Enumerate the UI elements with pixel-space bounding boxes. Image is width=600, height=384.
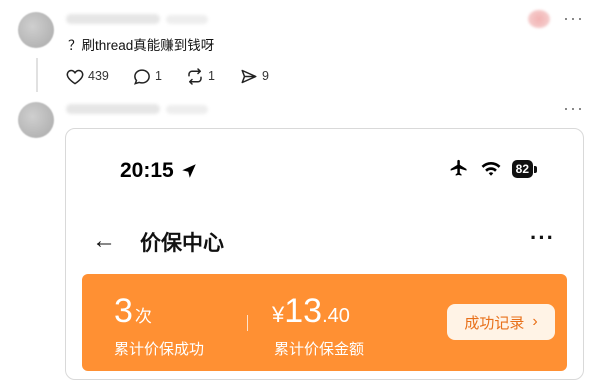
amount-decimal: .40 xyxy=(322,305,350,327)
status-bar-icons: 82 xyxy=(448,159,537,179)
protection-amount-label: 累计价保金额 xyxy=(274,341,365,358)
thread-line xyxy=(36,58,38,92)
share-button[interactable]: 9 xyxy=(240,66,269,86)
username-blurred[interactable] xyxy=(66,104,160,114)
comment-count: 1 xyxy=(155,69,162,83)
battery-cap xyxy=(534,165,537,173)
like-button[interactable]: 439 xyxy=(66,66,109,86)
battery-indicator: 82 xyxy=(511,160,537,178)
protection-amount: ¥ 13 .40 xyxy=(272,292,350,331)
more-options-icon[interactable]: ··· xyxy=(563,98,584,119)
price-protection-banner: 3 次 累计价保成功 ¥ 13 .40 累计价保金额 成功记录 › xyxy=(82,274,567,371)
currency-symbol: ¥ xyxy=(272,302,285,327)
avatar[interactable] xyxy=(18,102,54,138)
send-icon xyxy=(241,69,257,83)
airplane-icon xyxy=(450,159,467,176)
heart-icon xyxy=(66,69,84,85)
reaction-indicator xyxy=(528,10,550,28)
success-records-button[interactable]: 成功记录 › xyxy=(447,304,555,340)
back-arrow-icon[interactable]: ← xyxy=(92,227,116,255)
amount-integer: 13 xyxy=(284,292,323,330)
page-title: 价保中心 xyxy=(140,232,224,255)
more-menu-icon[interactable]: ··· xyxy=(530,225,555,251)
success-records-label: 成功记录 xyxy=(464,314,525,332)
comment-icon xyxy=(134,68,150,85)
battery-level: 82 xyxy=(511,160,533,178)
more-options-icon[interactable]: ··· xyxy=(563,8,584,29)
status-bar-time: 20:15 xyxy=(120,159,198,183)
success-count: 3 次 xyxy=(114,292,152,331)
timestamp-blurred xyxy=(166,15,208,24)
success-count-label: 累计价保成功 xyxy=(114,341,205,358)
username-blurred[interactable] xyxy=(66,14,160,24)
stat-divider xyxy=(247,315,248,331)
screenshot-image[interactable]: 20:15 82 ← 价保中心 ··· 3 次 累计价保成功 ¥ 13 .40 … xyxy=(65,128,584,380)
avatar[interactable] xyxy=(18,12,54,48)
status-time-text: 20:15 xyxy=(120,159,174,182)
success-count-number: 3 xyxy=(114,292,133,330)
repost-icon xyxy=(188,67,202,85)
comment-button[interactable]: 1 xyxy=(133,66,162,86)
timestamp-blurred xyxy=(166,105,208,114)
post-text: ？刷thread真能赚到钱呀 xyxy=(68,38,215,53)
wifi-icon xyxy=(481,161,501,176)
like-count: 439 xyxy=(88,69,109,83)
repost-button[interactable]: 1 xyxy=(186,66,215,86)
chevron-right-icon: › xyxy=(532,313,538,330)
repost-count: 1 xyxy=(208,69,215,83)
location-arrow-icon xyxy=(181,164,196,178)
success-count-unit: 次 xyxy=(134,307,152,326)
share-count: 9 xyxy=(262,69,269,83)
